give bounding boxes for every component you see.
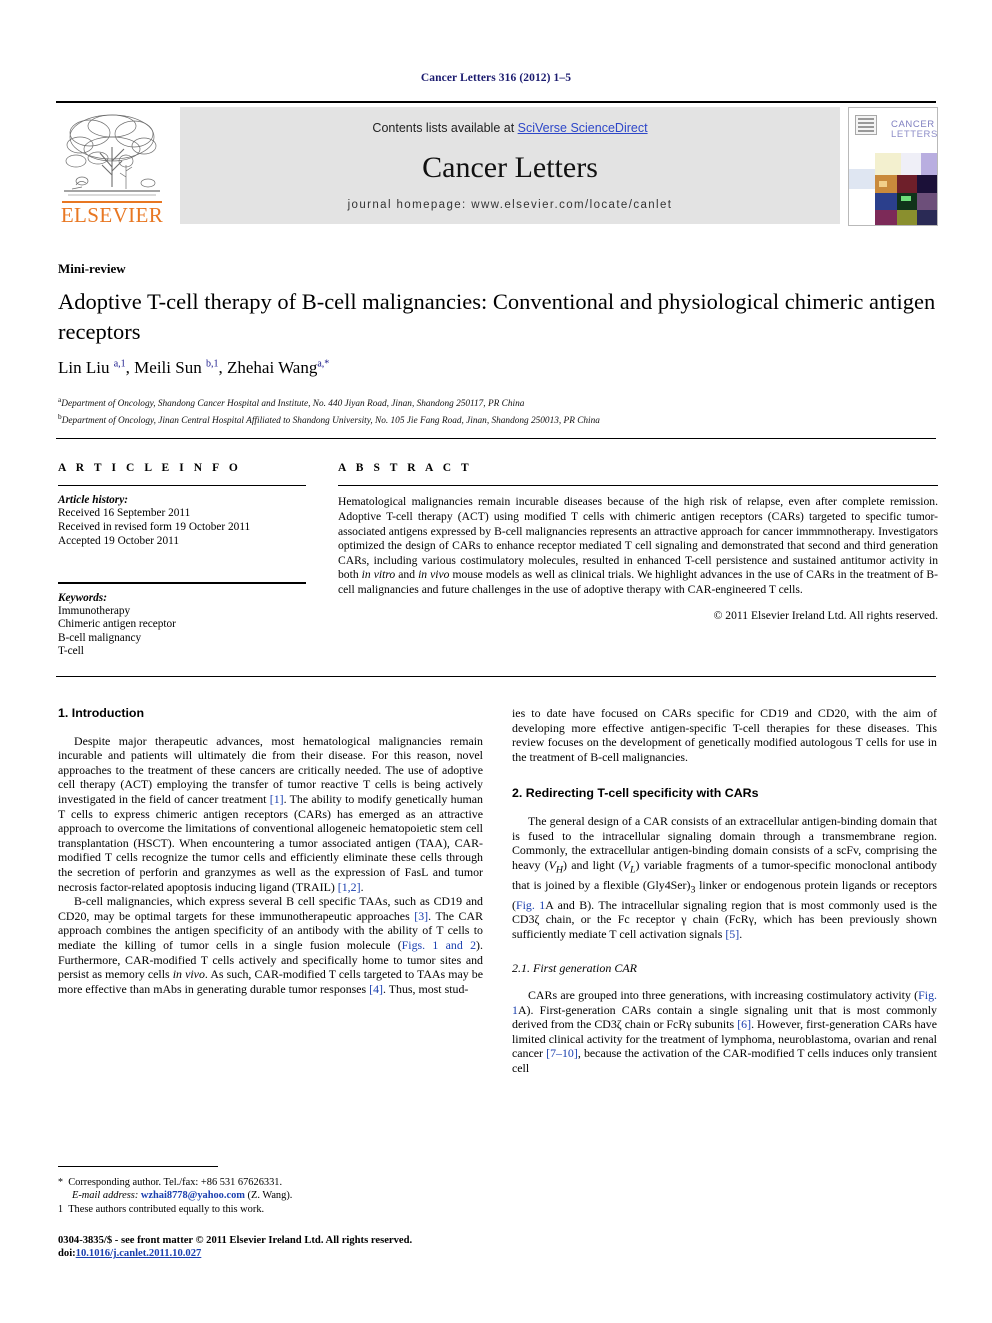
affiliation-b-text: Department of Oncology, Jinan Central Ho…	[61, 415, 600, 426]
journal-masthead: ELSEVIER Contents lists available at Sci…	[56, 101, 938, 228]
footnote-equal-contribution: 1 These authors contributed equally to t…	[58, 1203, 265, 1215]
cover-title-line2: LETTERS	[891, 129, 938, 140]
footnote-corresponding-author: * Corresponding author. Tel./fax: +86 53…	[58, 1177, 283, 1188]
elsevier-logo: ELSEVIER	[56, 109, 166, 227]
history-accepted: Accepted 19 October 2011	[58, 534, 179, 547]
abstract-copyright: © 2011 Elsevier Ireland Ltd. All rights …	[713, 608, 938, 622]
doi-link[interactable]: 10.1016/j.canlet.2011.10.027	[76, 1248, 202, 1259]
paragraph-continued: ies to date have focused on CARs specifi…	[512, 706, 937, 764]
cover-mini-logo-icon	[855, 115, 877, 135]
keyword-item: Chimeric antigen receptor	[58, 618, 176, 631]
divider-under-abstract	[56, 676, 936, 677]
history-revised: Received in revised form 19 October 2011	[58, 520, 251, 533]
paragraph: B-cell malignancies, which express sever…	[58, 894, 484, 996]
article-info-section: A R T I C L E I N F O Article history: R…	[58, 462, 306, 659]
keywords-label: Keywords:	[58, 591, 107, 604]
divider-under-affiliations	[56, 438, 936, 439]
body-column-left: 1. Introduction Despite major therapeuti…	[58, 706, 483, 996]
abstract-section: A B S T R A C T Hematological malignanci…	[338, 462, 938, 622]
abstract-heading: A B S T R A C T	[338, 462, 473, 474]
keyword-item: B-cell malignancy	[58, 631, 142, 644]
journal-name: Cancer Letters	[422, 151, 598, 184]
affiliation-a: aDepartment of Oncology, Shandong Cancer…	[58, 394, 938, 411]
journal-homepage[interactable]: journal homepage: www.elsevier.com/locat…	[180, 199, 840, 211]
masthead-center-panel: Contents lists available at SciVerse Sci…	[180, 107, 840, 224]
paragraph: CARs are grouped into three generations,…	[512, 988, 937, 1076]
author-list: Lin Liu a,1, Meili Sun b,1, Zhehai Wanga…	[58, 358, 330, 377]
cover-image-grid	[849, 153, 937, 225]
divider-keywords	[58, 582, 306, 584]
affiliation-list: aDepartment of Oncology, Shandong Cancer…	[58, 394, 938, 427]
sciencedirect-link[interactable]: SciVerse ScienceDirect	[518, 121, 648, 135]
footnote-email[interactable]: E-mail address: wzhai8778@yahoo.com (Z. …	[58, 1189, 483, 1202]
article-type-label: Mini-review	[58, 261, 126, 276]
imprint-block: 0304-3835/$ - see front matter © 2011 El…	[58, 1234, 558, 1261]
contents-prefix: Contents lists available at	[372, 121, 518, 135]
history-received: Received 16 September 2011	[58, 507, 191, 520]
keyword-item: Immunotherapy	[58, 604, 131, 617]
contents-available-line: Contents lists available at SciVerse Sci…	[180, 121, 840, 135]
footnotes-block: * Corresponding author. Tel./fax: +86 53…	[58, 1176, 483, 1216]
section-heading-redirecting: 2. Redirecting T-cell specificity with C…	[512, 786, 759, 801]
elsevier-tree-icon	[64, 114, 160, 196]
divider-footnotes	[58, 1166, 218, 1167]
doi-prefix: doi:	[58, 1248, 76, 1260]
cover-title: CANCER LETTERS	[891, 120, 938, 140]
imprint-line: 0304-3835/$ - see front matter © 2011 El…	[58, 1235, 413, 1246]
abstract-body: Hematological malignancies remain incura…	[338, 495, 938, 596]
article-history-block: Article history: Received 16 September 2…	[58, 494, 306, 548]
divider-abstract	[338, 485, 938, 487]
article-info-heading: A R T I C L E I N F O	[58, 462, 242, 474]
affiliation-a-text: Department of Oncology, Shandong Cancer …	[61, 399, 525, 410]
body-column-right: ies to date have focused on CARs specifi…	[512, 706, 937, 1076]
paragraph: Despite major therapeutic advances, most…	[58, 733, 483, 894]
running-head: Cancer Letters 316 (2012) 1–5	[420, 72, 572, 84]
elsevier-wordmark: ELSEVIER	[60, 203, 164, 227]
journal-cover-thumbnail[interactable]: CANCER LETTERS	[848, 107, 938, 226]
subsection-heading-first-generation-car: 2.1. First generation CAR	[512, 961, 637, 976]
paragraph: The general design of a CAR consists of …	[512, 813, 938, 941]
page-title: Adoptive T-cell therapy of B-cell malign…	[58, 289, 936, 344]
keyword-item: T-cell	[58, 645, 84, 658]
affiliation-b: bDepartment of Oncology, Jinan Central H…	[58, 411, 938, 428]
article-page: Cancer Letters 316 (2012) 1–5 ELSEVIER C…	[0, 0, 992, 1323]
divider-article-info	[58, 485, 306, 487]
section-heading-introduction: 1. Introduction	[58, 706, 145, 720]
doi-line: doi:10.1016/j.canlet.2011.10.027	[58, 1247, 558, 1260]
article-history-label: Article history:	[58, 494, 128, 507]
